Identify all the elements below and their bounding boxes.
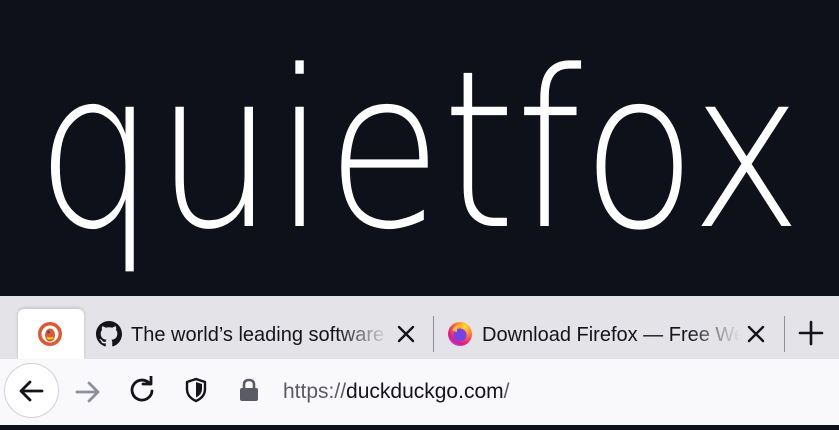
tab-separator xyxy=(433,316,434,352)
back-arrow-icon xyxy=(19,380,44,402)
tracking-protection-button[interactable] xyxy=(184,377,208,408)
tab-strip: The world’s leading software de Download… xyxy=(0,296,839,359)
wordmark-text: quietfox xyxy=(36,25,802,278)
lock-icon xyxy=(240,378,258,401)
firefox-icon xyxy=(447,321,473,352)
quietfox-wordmark: quietfox xyxy=(36,25,802,278)
github-icon xyxy=(96,321,122,352)
site-security-button[interactable] xyxy=(238,377,260,408)
url-scheme: https:// xyxy=(283,380,347,403)
tab-duckduckgo[interactable] xyxy=(18,309,84,359)
tab-github[interactable]: The world’s leading software de xyxy=(86,309,426,359)
browser-chrome: The world’s leading software de Download… xyxy=(0,296,839,430)
url-field[interactable]: https://duckduckgo.com/ xyxy=(283,377,509,407)
plus-icon[interactable] xyxy=(797,319,825,347)
tab-firefox[interactable]: Download Firefox — Free Web xyxy=(436,309,776,359)
url-host: duckduckgo.com xyxy=(346,380,504,403)
navigation-toolbar: https://duckduckgo.com/ xyxy=(0,359,839,425)
toolbar-bottom-border xyxy=(0,425,839,430)
back-button[interactable] xyxy=(5,364,58,417)
forward-arrow-icon xyxy=(75,381,100,403)
url-path: / xyxy=(503,380,510,403)
forward-button[interactable] xyxy=(74,378,102,411)
reload-button[interactable] xyxy=(128,375,156,409)
shield-icon xyxy=(185,377,207,403)
duckduckgo-icon xyxy=(37,321,63,352)
tab-separator xyxy=(784,316,785,352)
reload-icon xyxy=(130,375,154,402)
tab-title: Download Firefox — Free Web xyxy=(482,324,740,346)
tab-title: The world’s leading software de xyxy=(131,324,389,346)
brand-banner: quietfox xyxy=(0,0,839,296)
close-icon[interactable] xyxy=(395,323,417,345)
close-icon[interactable] xyxy=(745,323,767,345)
